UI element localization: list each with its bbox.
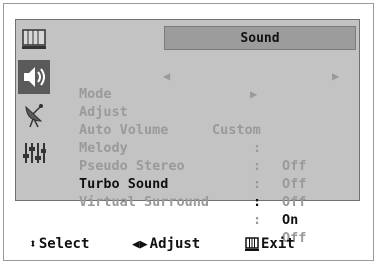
- menu-item-melody[interactable]: Melody : Off: [79, 121, 349, 192]
- menu-icon-sidebar: [16, 20, 52, 200]
- up-down-arrow-icon: ⬍: [29, 236, 37, 252]
- submenu-arrow-icon: ▶: [250, 87, 258, 101]
- exit-hint: Exit: [245, 236, 295, 252]
- select-hint: ⬍ Select: [29, 236, 89, 252]
- menu-item-value: On: [282, 212, 299, 228]
- menu-item-pseudo-stereo[interactable]: Pseudo Stereo : Off: [79, 139, 349, 210]
- sound-menu-list: Mode ◀ Custom ▶ Adjust ▶ Auto Volume : O…: [79, 67, 349, 246]
- menu-item-turbo-sound[interactable]: Turbo Sound : On: [79, 157, 349, 228]
- adjust-label: Adjust: [149, 236, 201, 252]
- exit-label: Exit: [261, 236, 295, 252]
- separator-colon: :: [253, 212, 262, 228]
- menu-item-mode[interactable]: Mode ◀ Custom ▶: [79, 67, 349, 138]
- adjust-hint: ◀▶ Adjust: [132, 236, 200, 252]
- left-right-arrow-icon: ◀▶: [132, 236, 148, 252]
- setup-menu-icon[interactable]: [18, 136, 50, 170]
- menu-title: Sound: [164, 26, 356, 50]
- sound-menu-icon[interactable]: [18, 60, 50, 94]
- menu-exit-icon: [245, 237, 259, 251]
- channel-menu-icon[interactable]: [18, 98, 50, 132]
- menu-item-adjust[interactable]: Adjust ▶: [79, 85, 349, 120]
- separator-colon: :: [253, 194, 262, 210]
- osd-menu-panel: Sound Mode ◀ Custom ▶ Adjust ▶ Auto Volu…: [15, 19, 360, 246]
- select-label: Select: [38, 236, 90, 252]
- footer-help-bar: ⬍ Select ◀▶ Adjust Exit: [15, 234, 360, 254]
- menu-item-label: Virtual Surround: [79, 194, 210, 210]
- left-arrow-icon[interactable]: ◀: [163, 67, 170, 85]
- menu-item-auto-volume[interactable]: Auto Volume : Off: [79, 103, 349, 174]
- right-arrow-icon[interactable]: ▶: [332, 67, 339, 85]
- menu-item-virtual-surround[interactable]: Virtual Surround : Off: [79, 175, 349, 246]
- picture-menu-icon[interactable]: [18, 22, 50, 56]
- menu-item-value: Off: [282, 194, 307, 210]
